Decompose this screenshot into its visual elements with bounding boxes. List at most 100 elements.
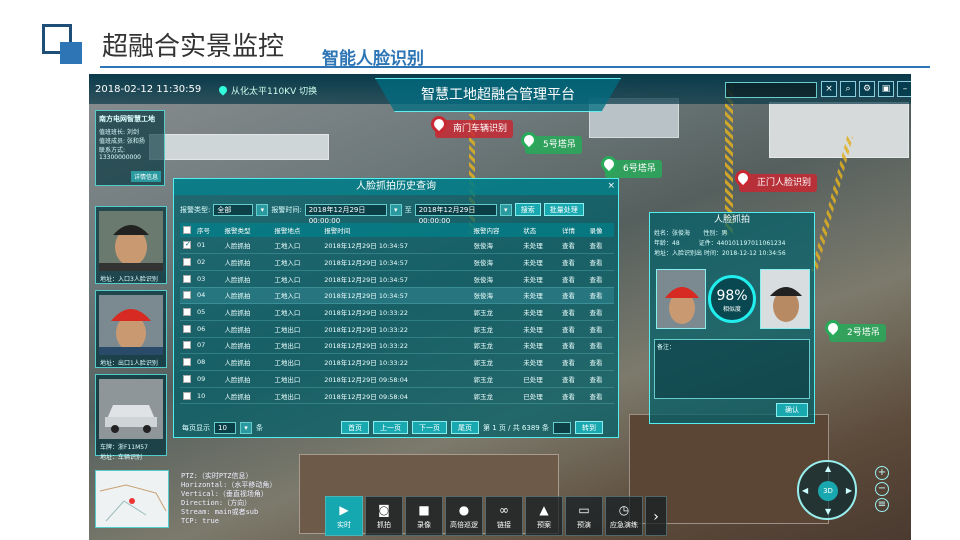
last-page-button[interactable]: 尾页 — [451, 421, 479, 434]
row-checkbox[interactable] — [183, 341, 191, 350]
next-page-button[interactable]: 下一页 — [412, 421, 447, 434]
type-select[interactable]: 全部 — [213, 203, 254, 216]
tool-live[interactable]: ▶ 实时 — [325, 496, 363, 536]
row-checkbox[interactable] — [183, 308, 191, 317]
view-link[interactable]: 查看 — [586, 387, 614, 405]
view-link[interactable]: 查看 — [586, 337, 614, 355]
select-all-checkbox[interactable] — [183, 226, 191, 234]
table-row[interactable]: 03 人脸抓拍 工地入口 2018年12月29日 10:34:57 张俊海 未处理 查看 查看 — [180, 270, 614, 288]
arrow-up-icon[interactable]: ▲ — [825, 464, 831, 473]
table-cell: 人脸抓拍 — [221, 237, 272, 255]
marker-crane-6[interactable]: 6号塔吊 — [597, 152, 662, 178]
table-row[interactable]: 10 人脸抓拍 工地出口 2018年12月29日 09:58:04 郭玉龙 已处理 查看 查看 — [180, 387, 614, 405]
tool-patrol[interactable]: ● 高倍巡逻 — [445, 496, 483, 536]
marker-crane-2[interactable]: 2号塔吊 — [821, 316, 886, 342]
remark-field[interactable]: 备注： — [654, 339, 810, 399]
view-link[interactable]: 查看 — [558, 320, 587, 338]
table-row[interactable]: 09 人脸抓拍 工地出口 2018年12月29日 09:58:04 郭玉龙 已处理 查看 查看 — [180, 370, 614, 388]
tool-link[interactable]: ∞ 链接 — [485, 496, 523, 536]
page-jump-input[interactable] — [552, 421, 571, 434]
row-checkbox[interactable] — [183, 391, 191, 400]
view-link[interactable]: 查看 — [558, 303, 587, 321]
tool-plan[interactable]: ▲ 预案 — [525, 496, 563, 536]
person-age: 年龄：48 — [654, 240, 680, 247]
zoom-out-icon[interactable]: − — [875, 482, 889, 496]
view-link[interactable]: 查看 — [558, 370, 587, 388]
tool-drill[interactable]: ◷ 应急演练 — [605, 496, 643, 536]
time-from-input[interactable]: 2018年12月29日 00:00:00 — [304, 203, 387, 225]
close-icon[interactable]: × — [821, 81, 837, 97]
calendar-icon[interactable]: ▾ — [499, 203, 512, 216]
view-link[interactable]: 查看 — [586, 287, 614, 305]
table-row[interactable]: 01人脸抓拍工地入口2018年12月29日 10:34:57张俊海未处理查看查看 — [180, 237, 614, 255]
view-link[interactable]: 查看 — [558, 287, 587, 305]
card-line: 值班班长: 刘剑 — [99, 129, 139, 136]
view-link[interactable]: 查看 — [558, 337, 587, 355]
minimap[interactable] — [95, 470, 169, 528]
view-link[interactable]: 查看 — [586, 320, 614, 338]
view-link[interactable]: 查看 — [558, 387, 587, 405]
per-page-select[interactable]: 10 — [214, 421, 236, 434]
calendar-icon[interactable]: ▾ — [389, 203, 402, 216]
row-checkbox[interactable] — [183, 324, 191, 333]
view-link[interactable]: 查看 — [586, 237, 614, 255]
tool-record[interactable]: ■ 录像 — [405, 496, 443, 536]
tool-preview[interactable]: ▭ 预演 — [565, 496, 603, 536]
chevron-down-icon[interactable]: ▾ — [256, 203, 269, 216]
table-row[interactable]: 05 人脸抓拍 工地入口 2018年12月29日 10:33:22 郭玉龙 未处理 查看 查看 — [180, 303, 614, 321]
table-cell: 2018年12月29日 10:33:22 — [321, 303, 471, 321]
first-page-button[interactable]: 首页 — [341, 421, 369, 434]
view-link[interactable]: 查看 — [586, 370, 614, 388]
view-link[interactable]: 查看 — [558, 270, 587, 288]
details-button[interactable]: 详情信息 — [130, 171, 161, 182]
table-row[interactable]: 07 人脸抓拍 工地出口 2018年12月29日 10:33:22 郭玉龙 未处理 查看 查看 — [180, 337, 614, 355]
table-row[interactable]: 04 人脸抓拍 工地入口 2018年12月29日 10:34:57 张俊海 未处理 查看 查看 — [180, 287, 614, 305]
tool-snapshot[interactable]: ◙ 抓拍 — [365, 496, 403, 536]
layers-icon[interactable]: ≡ — [875, 498, 889, 512]
search-icon[interactable]: ⌕ — [840, 81, 856, 97]
view-link[interactable]: 查看 — [586, 270, 614, 288]
row-checkbox[interactable] — [183, 358, 191, 367]
view-link[interactable]: 查看 — [558, 237, 587, 255]
marker-main-gate[interactable]: 正门人脸识别 — [731, 166, 818, 192]
lock-icon[interactable]: ▣ — [878, 81, 894, 97]
row-checkbox[interactable] — [183, 241, 191, 250]
row-checkbox[interactable] — [183, 258, 191, 267]
arrow-right-icon[interactable]: ▶ — [846, 486, 852, 495]
chevron-right-icon[interactable]: › — [645, 496, 667, 536]
gear-icon[interactable]: ⚙ — [859, 81, 875, 97]
ptz-dial[interactable]: ▲ ▼ ◀ ▶ 3D — [797, 460, 857, 520]
zoom-in-icon[interactable]: + — [875, 466, 889, 480]
marker-crane-5[interactable]: 5号塔吊 — [517, 128, 582, 154]
row-checkbox[interactable] — [183, 274, 191, 283]
marker-south-gate[interactable]: 南门车辆识别 — [427, 112, 514, 138]
view-link[interactable]: 查看 — [586, 303, 614, 321]
jump-button[interactable]: 转到 — [574, 421, 603, 434]
view-link[interactable]: 查看 — [558, 353, 587, 371]
chevron-down-icon[interactable]: ▾ — [240, 421, 252, 434]
face-card-1[interactable]: 地址：入口3人脸识别 — [95, 206, 167, 284]
table-row[interactable]: 08 人脸抓拍 工地出口 2018年12月29日 10:33:22 郭玉龙 未处理 查看 查看 — [180, 353, 614, 371]
view-link[interactable]: 查看 — [558, 253, 587, 271]
confirm-button[interactable]: 确认 — [776, 403, 808, 417]
face-card-3[interactable]: 车牌：浙F11M57 地址：车辆识别 — [95, 374, 167, 461]
arrow-down-icon[interactable]: ▼ — [825, 507, 831, 516]
search-input[interactable] — [725, 82, 817, 98]
view-link[interactable]: 查看 — [586, 253, 614, 271]
view-link[interactable]: 查看 — [586, 353, 614, 371]
table-row[interactable]: 06 人脸抓拍 工地出口 2018年12月29日 10:33:22 郭玉龙 未处理 查看 查看 — [180, 320, 614, 338]
batch-process-button[interactable]: 批量处理 — [543, 203, 584, 216]
row-checkbox[interactable] — [183, 374, 191, 383]
face-card-2[interactable]: 地址：出口1人脸识别 — [95, 290, 167, 368]
location-switch[interactable]: 从化太平110KV 切换 — [217, 84, 317, 97]
close-icon[interactable]: × — [607, 181, 615, 191]
3d-button[interactable]: 3D — [818, 481, 838, 501]
table-row[interactable]: 02 人脸抓拍 工地入口 2018年12月29日 10:34:57 张俊海 未处理 查看 查看 — [180, 253, 614, 271]
arrow-left-icon[interactable]: ◀ — [802, 486, 808, 495]
minimize-icon[interactable]: – — [897, 81, 911, 97]
time-to-input[interactable]: 2018年12月29日 00:00:00 — [414, 203, 497, 225]
row-checkbox[interactable] — [183, 291, 191, 300]
search-button[interactable]: 搜索 — [514, 203, 541, 216]
table-cell: 人脸抓拍 — [221, 370, 272, 388]
prev-page-button[interactable]: 上一页 — [373, 421, 408, 434]
